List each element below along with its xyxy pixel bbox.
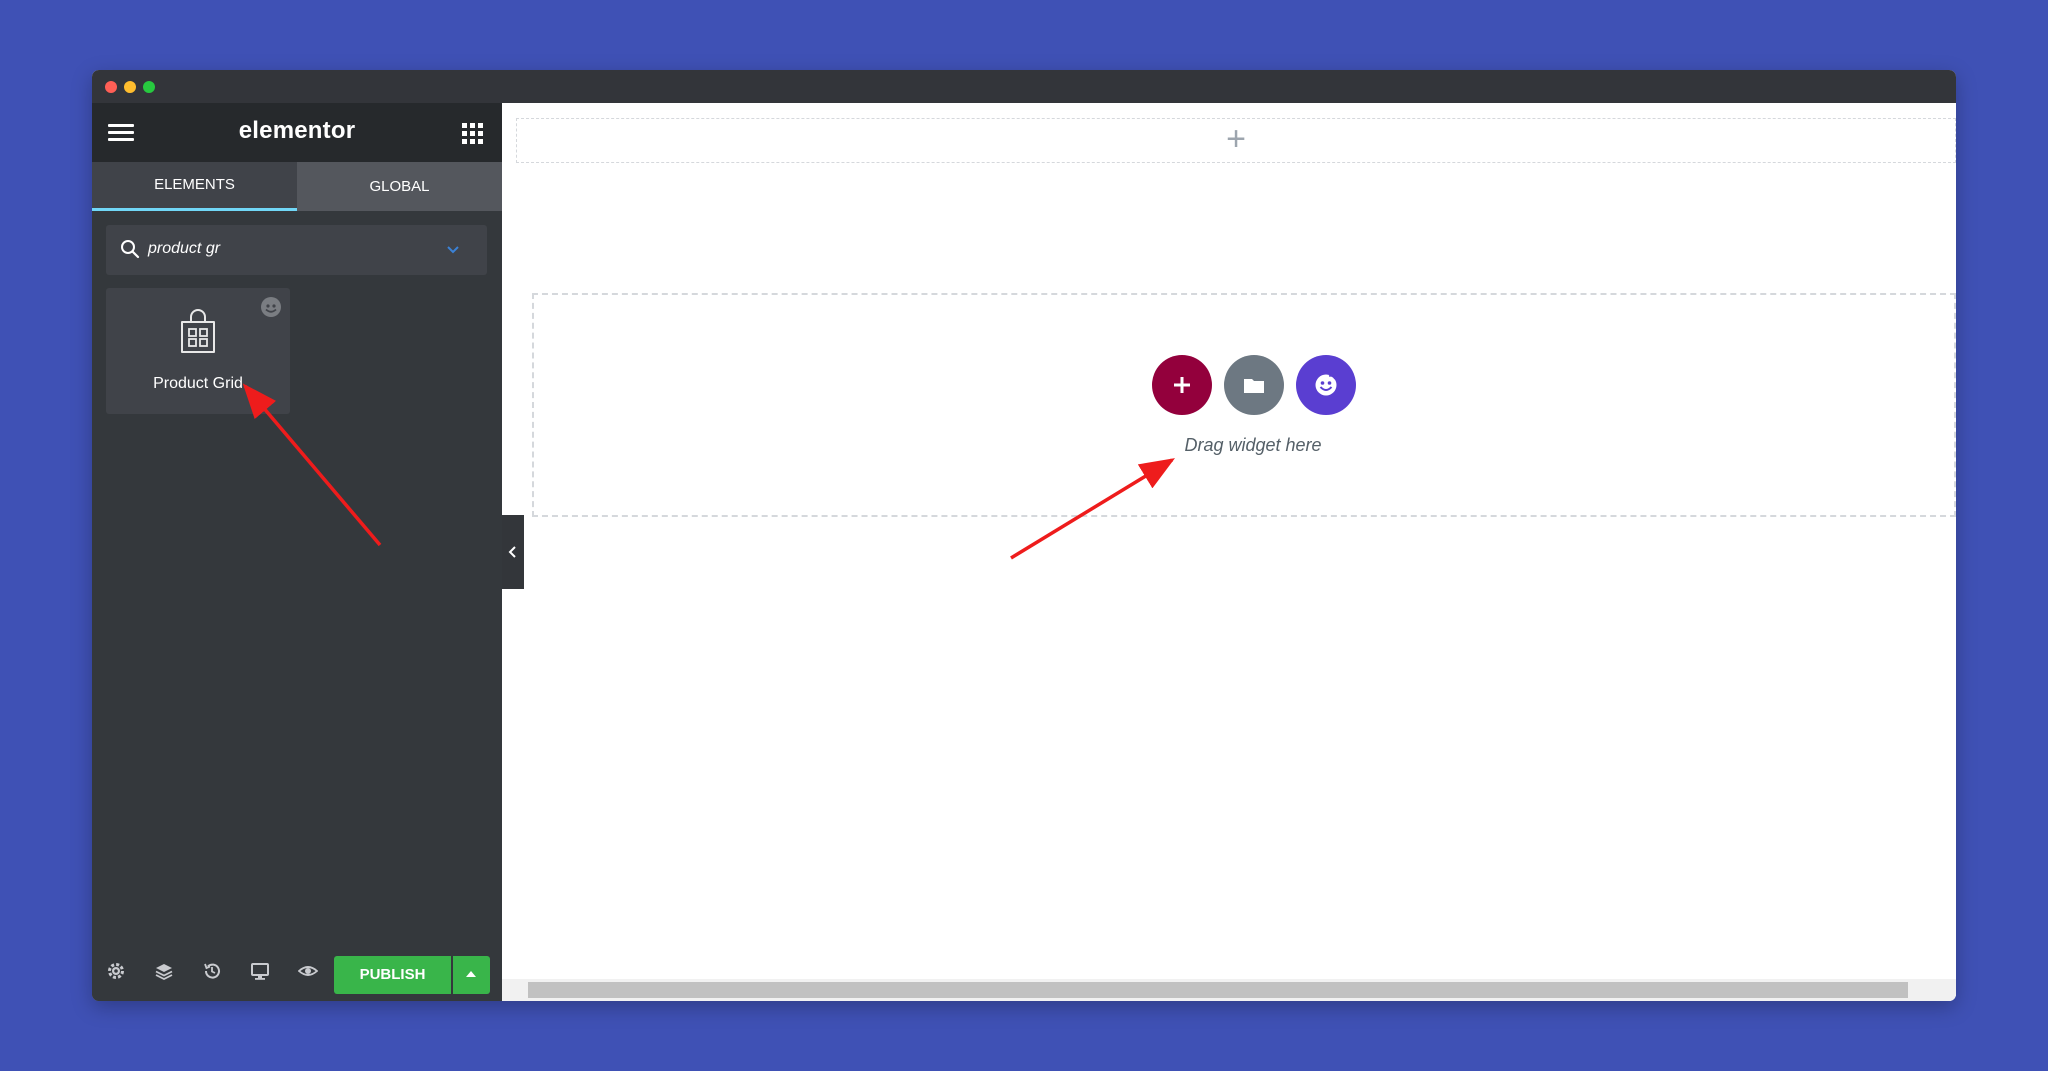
drop-zone[interactable]: Drag widget here <box>532 293 1956 517</box>
elementor-logo: elementor <box>238 117 356 144</box>
plus-icon <box>1174 377 1190 393</box>
window-titlebar <box>92 70 1956 103</box>
preview-icon[interactable] <box>298 961 318 981</box>
history-icon[interactable] <box>202 961 222 981</box>
minimize-window-dot[interactable] <box>124 81 136 93</box>
panel-tabs: ELEMENTS GLOBAL <box>92 162 502 211</box>
tab-elements[interactable]: ELEMENTS <box>92 162 297 211</box>
search-value: product gr <box>148 240 221 257</box>
publish-options-button[interactable] <box>453 956 490 994</box>
widget-label: Product Grid <box>153 375 243 392</box>
add-new-section-button[interactable] <box>1152 355 1212 415</box>
horizontal-scrollbar[interactable] <box>502 979 1956 1001</box>
add-section-top[interactable]: + <box>516 118 1956 163</box>
chevron-down-icon[interactable] <box>444 241 462 259</box>
publish-button[interactable]: PUBLISH <box>334 956 451 994</box>
maximize-window-dot[interactable] <box>143 81 155 93</box>
elementskit-library-button[interactable] <box>1296 355 1356 415</box>
drag-widget-hint: Drag widget here <box>1184 435 1322 455</box>
add-template-button[interactable] <box>1224 355 1284 415</box>
plus-icon: + <box>1226 120 1246 158</box>
responsive-icon[interactable] <box>250 961 270 981</box>
elementskit-icon <box>1315 374 1337 396</box>
close-window-dot[interactable] <box>105 81 117 93</box>
panel-collapse-handle[interactable] <box>502 515 524 589</box>
search-icon <box>121 240 140 259</box>
widget-search-input[interactable]: product gr <box>106 225 487 275</box>
shopping-bag-icon <box>181 309 215 353</box>
panel-footer: PUBLISH <box>92 941 502 1001</box>
folder-icon <box>1244 379 1264 393</box>
panel-header: elementor <box>92 103 502 162</box>
chevron-left-icon <box>508 546 516 558</box>
editor-canvas: + Drag widget here <box>502 103 1956 1001</box>
widget-product-grid[interactable]: Product Grid <box>106 288 290 414</box>
browser-window: elementor ELEMENTS GLOBAL product gr Pro… <box>92 70 1956 1001</box>
settings-icon[interactable] <box>106 961 126 981</box>
layers-icon[interactable] <box>154 961 174 981</box>
scrollbar-thumb[interactable] <box>528 982 1908 998</box>
tab-global[interactable]: GLOBAL <box>297 162 502 211</box>
elementor-panel: elementor ELEMENTS GLOBAL product gr Pro… <box>92 103 502 1001</box>
elementskit-badge-icon <box>261 297 281 317</box>
apps-grid-icon[interactable] <box>462 123 483 144</box>
